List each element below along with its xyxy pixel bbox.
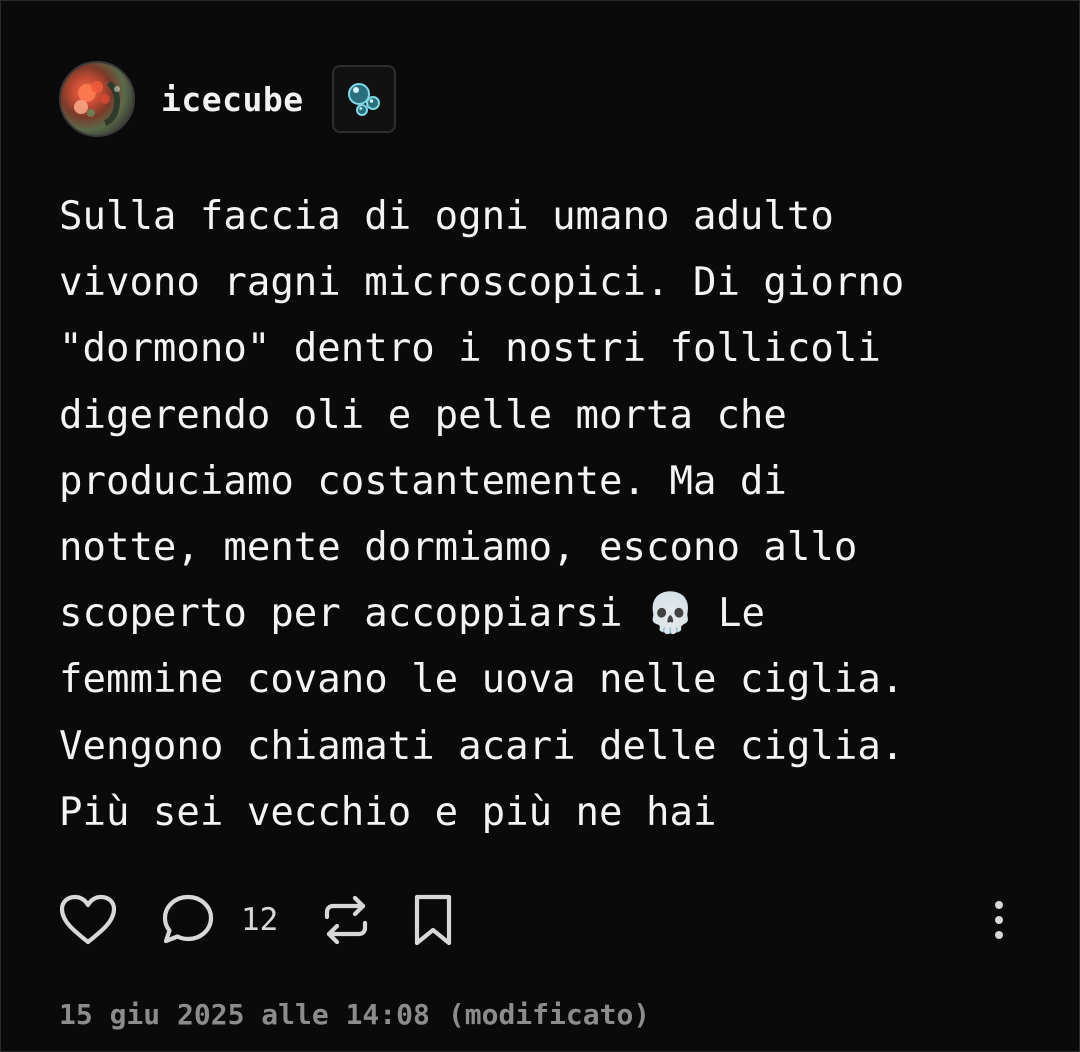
- like-button[interactable]: [59, 891, 117, 949]
- bookmark-icon: [414, 894, 452, 946]
- author-badge[interactable]: [331, 65, 396, 133]
- post-line: Vengono chiamati acari delle ciglia.: [59, 723, 905, 769]
- heart-icon: [59, 894, 117, 945]
- avatar-image: [74, 80, 120, 126]
- author-username[interactable]: icecube: [161, 80, 304, 119]
- post-line: femmine covano le uova nelle ciglia.: [59, 657, 905, 703]
- post-actions: 12: [59, 891, 1019, 949]
- post-line: notte, mente dormiamo, escono allo: [59, 525, 858, 571]
- avatar[interactable]: [59, 61, 135, 137]
- bookmark-button[interactable]: [411, 891, 455, 949]
- post-timestamp: 15 giu 2025 alle 14:08 (modificato): [59, 998, 650, 1031]
- post-line: produciamo costantemente. Ma di: [59, 458, 787, 504]
- post-line: Più sei vecchio e più ne hai: [59, 789, 717, 835]
- bubbles-icon: [347, 83, 380, 116]
- post-line: scoperto per accoppiarsi 💀 Le: [59, 591, 765, 637]
- edited-label: (modificato): [447, 998, 651, 1031]
- comment-button[interactable]: 12: [161, 891, 278, 949]
- post-line: digerendo oli e pelle morta che: [59, 392, 787, 438]
- comment-icon: [162, 894, 214, 944]
- more-options-button[interactable]: [981, 891, 1017, 949]
- comment-count: 12: [241, 902, 279, 938]
- repost-icon: [324, 895, 368, 945]
- more-vertical-icon: [995, 901, 1003, 939]
- post-line: Sulla faccia di ogni umano adulto: [59, 194, 834, 239]
- post-line: "dormono" dentro i nostri follicoli: [59, 326, 881, 372]
- post-body: Sulla faccia di ogni umano adulto vivono …: [59, 184, 1029, 846]
- post-date: 15 giu 2025 alle 14:08: [59, 998, 430, 1031]
- post-header: icecube: [59, 61, 396, 137]
- repost-button[interactable]: [321, 891, 371, 949]
- post-line: vivono ragni microscopici. Di giorno: [59, 260, 905, 306]
- post-card: icecube Sulla faccia di ogni umano adult…: [0, 0, 1080, 1052]
